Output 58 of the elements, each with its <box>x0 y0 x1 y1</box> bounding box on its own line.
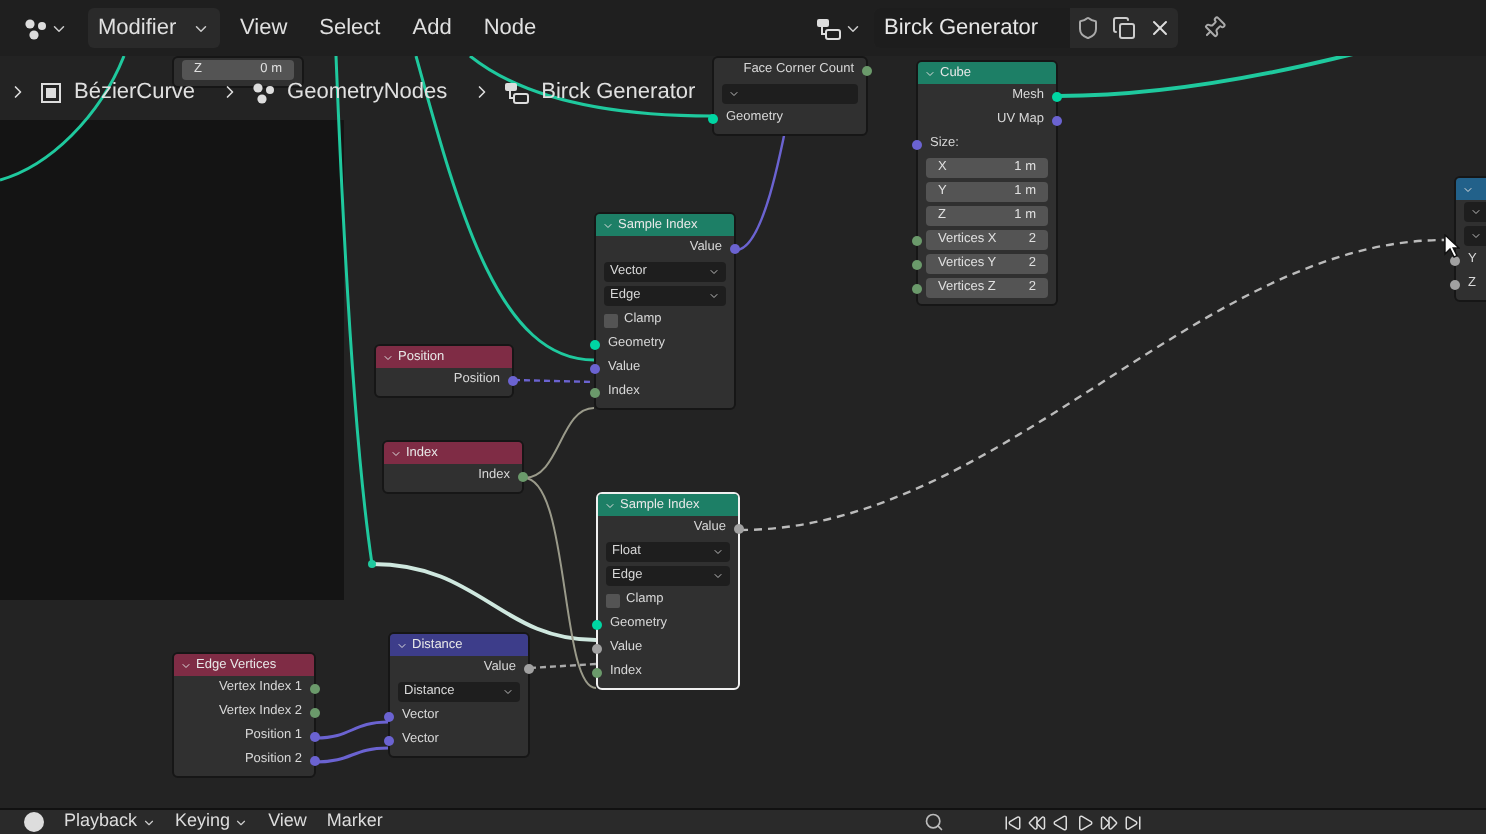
menu-item[interactable]: Select <box>307 11 393 45</box>
menu-item[interactable]: Playback <box>64 808 156 834</box>
socket-icon[interactable] <box>912 236 922 246</box>
socket-icon[interactable] <box>592 668 602 678</box>
search-icon[interactable] <box>924 812 944 832</box>
node-link <box>513 378 595 384</box>
socket-icon[interactable] <box>310 684 320 694</box>
menu-item[interactable]: Node <box>471 11 549 45</box>
collapse-icon[interactable] <box>382 351 394 363</box>
play-reverse-icon[interactable] <box>1052 813 1070 831</box>
close-icon[interactable] <box>1148 16 1172 40</box>
socket-icon[interactable] <box>1052 92 1062 102</box>
socket-icon[interactable] <box>734 524 744 534</box>
collapse-icon[interactable] <box>396 639 408 651</box>
menu-item[interactable]: Add <box>400 11 464 45</box>
play-icon[interactable] <box>1076 813 1094 831</box>
socket-icon[interactable] <box>912 284 922 294</box>
socket-icon[interactable] <box>912 260 922 270</box>
menu-item[interactable]: View <box>228 11 300 45</box>
jump-start-icon[interactable] <box>1004 813 1022 831</box>
caret-icon <box>234 815 249 829</box>
caret-icon <box>728 88 740 100</box>
rewind-icon[interactable] <box>1028 813 1046 831</box>
socket-icon[interactable] <box>1450 280 1460 290</box>
collapse-icon[interactable] <box>390 447 402 459</box>
socket-icon[interactable] <box>524 664 534 674</box>
socket-icon[interactable] <box>592 644 602 654</box>
menu-item[interactable]: Keying <box>175 808 249 834</box>
checkbox[interactable] <box>606 593 620 607</box>
caret-icon <box>502 686 514 698</box>
node-link <box>315 720 389 740</box>
reroute-dot[interactable] <box>368 560 376 568</box>
caret-icon <box>141 815 156 829</box>
menu-item[interactable]: View <box>268 808 307 834</box>
socket-icon[interactable] <box>590 388 600 398</box>
object-icon <box>40 81 62 104</box>
node-tree-icon <box>816 17 842 39</box>
socket-icon[interactable] <box>862 66 872 76</box>
context-dropdown[interactable]: Modifier <box>88 8 220 48</box>
socket-icon[interactable] <box>590 340 600 350</box>
breadcrumb[interactable]: Birck Generator <box>541 76 696 109</box>
nodes-icon <box>24 17 48 39</box>
collapse-icon[interactable] <box>180 659 192 671</box>
socket-icon[interactable] <box>592 620 602 630</box>
node-link <box>315 746 389 764</box>
menu-item[interactable]: Marker <box>326 808 383 834</box>
jump-end-icon[interactable] <box>1124 813 1142 831</box>
fast-forward-icon[interactable] <box>1100 813 1118 831</box>
socket-icon[interactable] <box>310 708 320 718</box>
duplicate-icon[interactable] <box>1112 16 1136 40</box>
node-tree-icon <box>503 81 530 104</box>
fake-user-icon[interactable] <box>1076 16 1100 40</box>
checkbox[interactable] <box>604 313 618 327</box>
socket-icon[interactable] <box>518 472 528 482</box>
modifier-icon <box>251 81 276 104</box>
cursor-icon <box>1444 234 1460 258</box>
socket-icon[interactable] <box>708 114 718 124</box>
node-tree-name-field[interactable]: Birck Generator <box>874 8 1070 48</box>
